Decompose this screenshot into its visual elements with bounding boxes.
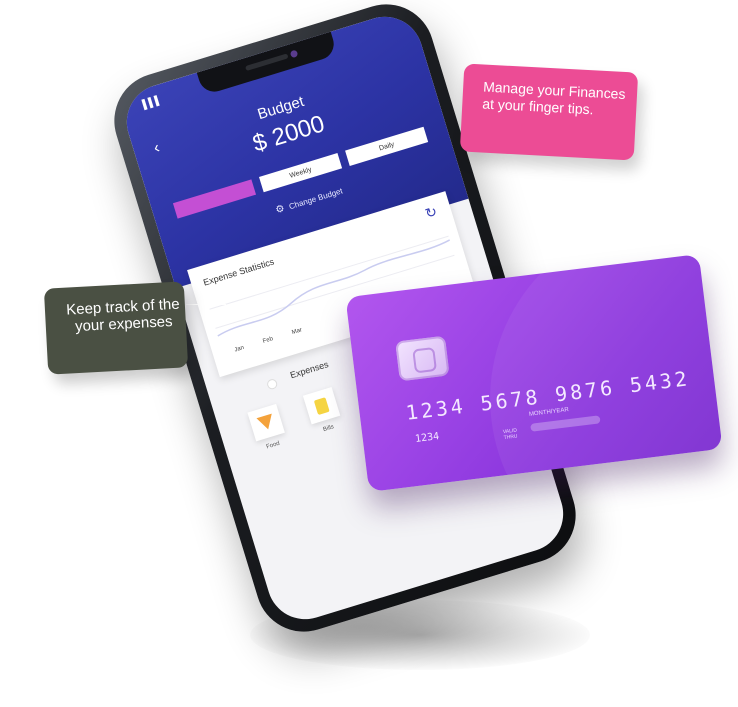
category-label: Food xyxy=(265,440,281,451)
bill-icon xyxy=(313,396,330,415)
card-number: 1234 5678 9876 5432 xyxy=(404,366,692,425)
month-label: Feb xyxy=(262,336,274,345)
finances-callout: Manage your Finances at your finger tips… xyxy=(459,63,639,161)
credit-card: 1234 5678 9876 5432 1234 MONTH/YEAR VALI… xyxy=(345,254,723,492)
speaker-grille xyxy=(245,53,289,72)
expenses-section-title: Expenses xyxy=(288,359,330,381)
card-small-number: 1234 xyxy=(414,431,440,445)
month-label: Jan xyxy=(233,344,245,354)
category-bills[interactable]: Bills xyxy=(301,386,346,436)
category-food[interactable]: Food xyxy=(246,403,291,453)
month-label: Mar xyxy=(291,327,303,336)
refresh-icon[interactable]: ↻ xyxy=(423,203,439,223)
chip-icon xyxy=(395,335,450,382)
callout-connector xyxy=(186,304,226,305)
category-label: Bills xyxy=(322,424,335,434)
valid-thru-label: VALID THRU xyxy=(502,427,518,442)
expense-categories: Food Bills xyxy=(246,386,346,453)
front-camera xyxy=(289,49,299,59)
category-tile xyxy=(247,403,285,442)
category-tile xyxy=(302,386,341,425)
expenses-callout: Keep track of the your expenses xyxy=(43,281,189,375)
chart-dot-marker xyxy=(267,379,278,390)
finances-callout-text: Manage your Finances at your finger tips… xyxy=(481,78,626,118)
card-expiry-redacted xyxy=(530,415,601,432)
pizza-icon xyxy=(256,413,276,432)
expenses-callout-text: Keep track of the your expenses xyxy=(65,295,180,336)
